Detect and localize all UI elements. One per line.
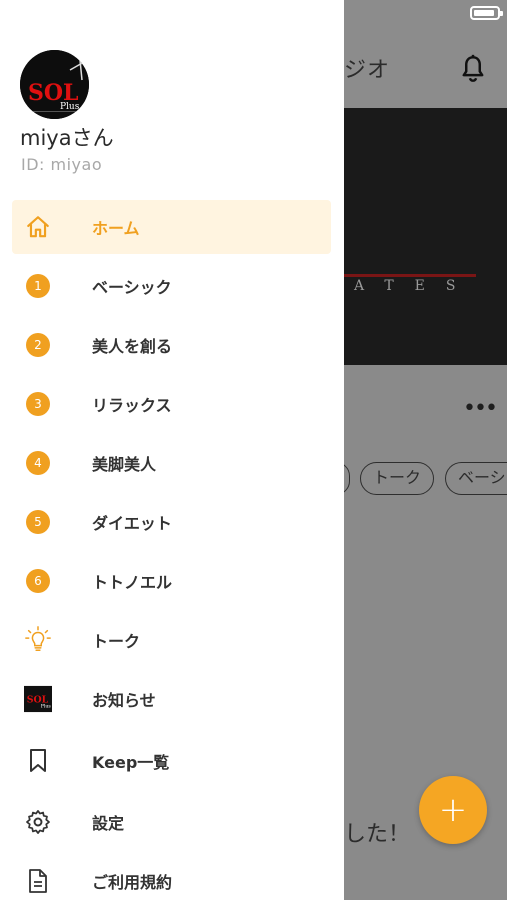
menu-label: 美人を創る [92, 337, 173, 356]
menu-item-talk[interactable]: トーク [12, 613, 331, 667]
user-name: miyaさん [20, 126, 114, 150]
home-icon [24, 213, 52, 241]
menu-label: ホーム [92, 219, 140, 238]
document-icon [24, 867, 52, 895]
menu-item-basic[interactable]: 1 ベーシック [12, 259, 331, 313]
number-badge: 3 [26, 392, 50, 416]
number-badge: 1 [26, 274, 50, 298]
menu-label: リラックス [92, 396, 172, 415]
number-badge-icon: 4 [24, 449, 52, 477]
menu-label: Keep一覧 [92, 753, 170, 772]
number-badge-icon: 2 [24, 331, 52, 359]
navigation-drawer: SOL Plus miyaさん ID: miyao ホーム 1 ベーシック 2 … [0, 0, 344, 900]
banner-text: ATES [354, 278, 477, 294]
svg-text:Plus: Plus [41, 703, 52, 709]
sol-logo-icon: SOL Plus [24, 685, 52, 713]
menu-label: 設定 [92, 814, 125, 833]
number-badge: 2 [26, 333, 50, 357]
menu-item-diet[interactable]: 5 ダイエット [12, 495, 331, 549]
menu-label: ベーシック [92, 278, 172, 297]
menu-item-terms[interactable]: ご利用規約 [12, 854, 331, 900]
number-badge: 5 [26, 510, 50, 534]
lightbulb-icon [24, 626, 52, 654]
user-id: ID: miyao [21, 155, 103, 174]
header-title: ジオ [344, 58, 391, 83]
number-badge: 4 [26, 451, 50, 475]
more-options-icon[interactable]: ••• [463, 396, 498, 421]
bell-icon[interactable] [458, 53, 488, 85]
menu-item-beauty[interactable]: 2 美人を創る [12, 318, 331, 372]
svg-text:Plus: Plus [60, 102, 80, 112]
chip-basic[interactable]: ベーシ [445, 462, 507, 495]
number-badge-icon: 1 [24, 272, 52, 300]
menu-label: トトノエル [92, 573, 173, 592]
menu-label: トーク [92, 632, 141, 651]
sol-plus-logo: SOL Plus [20, 50, 89, 119]
add-button[interactable]: + [419, 776, 487, 844]
number-badge: 6 [26, 569, 50, 593]
menu-item-news[interactable]: SOL Plus お知らせ [12, 672, 331, 726]
menu-item-totonoeru[interactable]: 6 トトノエル [12, 554, 331, 608]
chip-talk[interactable]: トーク [360, 462, 435, 495]
menu-item-relax[interactable]: 3 リラックス [12, 377, 331, 431]
avatar[interactable]: SOL Plus [20, 50, 89, 119]
battery-icon [470, 6, 503, 20]
menu-label: ダイエット [92, 514, 172, 533]
number-badge-icon: 5 [24, 508, 52, 536]
menu-item-settings[interactable]: 設定 [12, 795, 331, 849]
number-badge-icon: 3 [24, 390, 52, 418]
post-text: した！ [344, 822, 411, 847]
menu-label: 美脚美人 [92, 455, 157, 474]
menu-item-legs[interactable]: 4 美脚美人 [12, 436, 331, 490]
menu-item-keep[interactable]: Keep一覧 [12, 734, 331, 788]
number-badge-icon: 6 [24, 567, 52, 595]
gear-icon [24, 808, 52, 836]
menu-item-home[interactable]: ホーム [12, 200, 331, 254]
banner-line [344, 274, 476, 277]
menu-label: ご利用規約 [92, 873, 173, 892]
menu-label: お知らせ [92, 691, 156, 710]
bookmark-icon [24, 747, 52, 775]
